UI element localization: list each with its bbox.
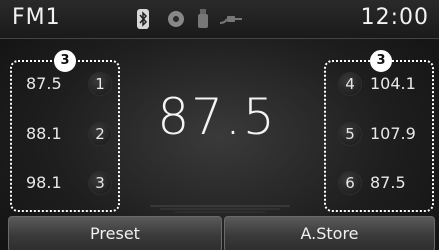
- preset-number: 1: [88, 72, 112, 96]
- bluetooth-icon: [137, 9, 149, 33]
- preset-number: 2: [88, 122, 112, 146]
- preset-button-1[interactable]: 87.5 1: [12, 66, 118, 106]
- preset-number: 4: [338, 72, 362, 96]
- preset-group-left: 3 87.5 1 88.1 2 98.1 3: [10, 50, 120, 212]
- preset-button-5[interactable]: 5 107.9: [326, 116, 432, 156]
- preset-frequency: 87.5: [26, 74, 62, 93]
- preset-number: 3: [88, 171, 112, 195]
- status-bar: FM1 12:00: [0, 0, 439, 39]
- preset-button[interactable]: Preset: [8, 216, 222, 250]
- radio-screen: FM1 12:00 3 87.5 1 88.1 2 98.1 3 3 4 104…: [0, 0, 439, 250]
- preset-button-2[interactable]: 88.1 2: [12, 116, 118, 156]
- softkey-bar: Preset A.Store: [0, 214, 439, 250]
- auto-store-button[interactable]: A.Store: [224, 216, 435, 250]
- preset-group-right: 3 4 104.1 5 107.9 6 87.5: [324, 50, 434, 212]
- usb-icon: [197, 9, 209, 33]
- band-label[interactable]: FM1: [12, 5, 61, 30]
- preset-number: 5: [338, 122, 362, 146]
- preset-frequency: 104.1: [370, 74, 416, 93]
- signal-indicator: [150, 205, 290, 213]
- preset-button-3[interactable]: 98.1 3: [12, 165, 118, 205]
- preset-frequency: 87.5: [370, 173, 406, 192]
- preset-button-6[interactable]: 6 87.5: [326, 165, 432, 205]
- clock: 12:00: [360, 5, 429, 30]
- aux-cable-icon: [219, 9, 243, 33]
- preset-frequency: 98.1: [26, 173, 62, 192]
- preset-frequency: 88.1: [26, 124, 62, 143]
- preset-button-4[interactable]: 4 104.1: [326, 66, 432, 106]
- preset-frequency: 107.9: [370, 124, 416, 143]
- current-frequency: 87.5: [157, 88, 277, 146]
- disc-icon: [167, 9, 185, 33]
- preset-number: 6: [338, 171, 362, 195]
